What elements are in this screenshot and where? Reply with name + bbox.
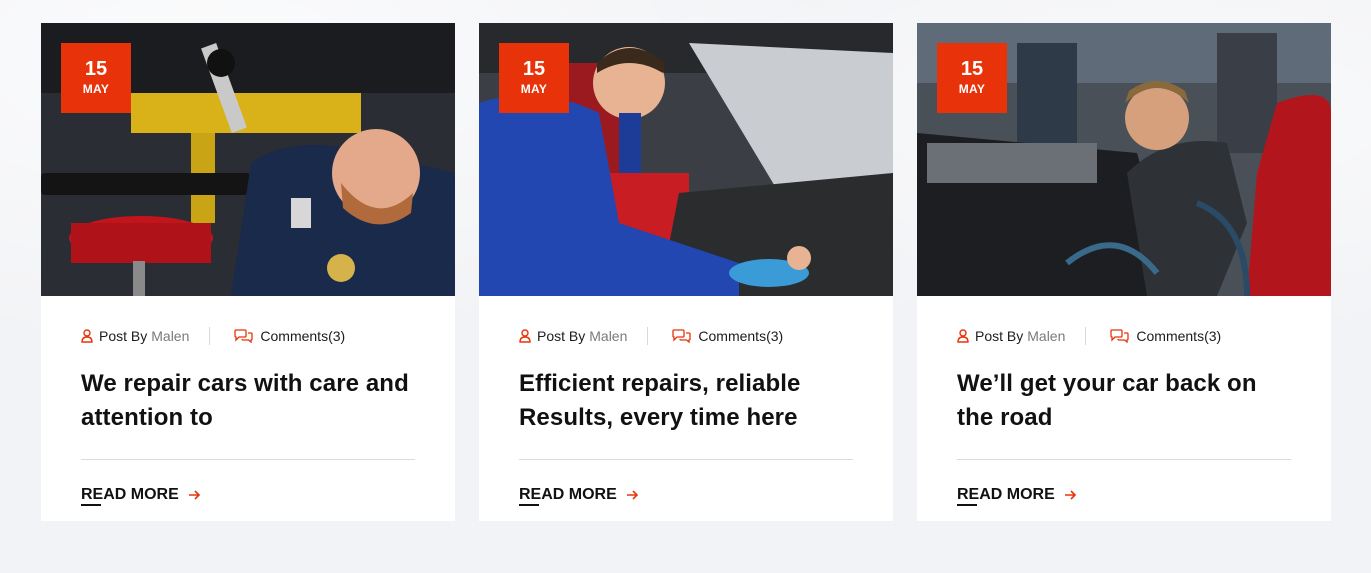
author-label: Post By bbox=[537, 328, 586, 344]
date-badge: 15 MAY bbox=[937, 43, 1007, 113]
user-icon bbox=[519, 329, 531, 343]
comments-icon bbox=[234, 329, 254, 343]
post-thumbnail[interactable]: 15 MAY bbox=[917, 23, 1331, 296]
post-thumbnail[interactable]: 15 MAY bbox=[479, 23, 893, 296]
blog-card: 15 MAY Post By Malen bbox=[41, 23, 455, 521]
date-month: MAY bbox=[958, 82, 986, 96]
post-author[interactable]: Post By Malen bbox=[957, 328, 1065, 344]
post-author[interactable]: Post By Malen bbox=[519, 328, 627, 344]
date-month: MAY bbox=[520, 82, 548, 96]
arrow-right-icon bbox=[626, 489, 639, 501]
post-title[interactable]: Efficient repairs, reliable Results, eve… bbox=[519, 367, 853, 435]
blog-card: 15 MAY Post By Malen bbox=[479, 23, 893, 521]
read-more-underline bbox=[81, 504, 101, 506]
comments-count: Comments(3) bbox=[1136, 328, 1222, 344]
arrow-right-icon bbox=[1064, 489, 1077, 501]
comments-count: Comments(3) bbox=[260, 328, 346, 344]
read-more-link[interactable]: READ MORE bbox=[957, 486, 1077, 506]
post-title[interactable]: We repair cars with care and attention t… bbox=[81, 367, 415, 435]
author-name[interactable]: Malen bbox=[151, 328, 189, 344]
card-body: Post By Malen Comments(3) We’ll get your… bbox=[917, 296, 1331, 506]
date-badge: 15 MAY bbox=[61, 43, 131, 113]
date-day: 15 bbox=[960, 58, 984, 80]
post-comments[interactable]: Comments(3) bbox=[234, 328, 345, 344]
date-month: MAY bbox=[82, 82, 110, 96]
author-label: Post By bbox=[975, 328, 1024, 344]
author-name[interactable]: Malen bbox=[1027, 328, 1065, 344]
read-more-label: READ MORE bbox=[957, 486, 1055, 503]
read-more-link[interactable]: READ MORE bbox=[81, 486, 201, 506]
blog-card: 15 MAY Post By Malen bbox=[917, 23, 1331, 521]
date-day: 15 bbox=[84, 58, 108, 80]
divider bbox=[957, 459, 1291, 460]
author-label: Post By bbox=[99, 328, 148, 344]
read-more-label: READ MORE bbox=[519, 486, 617, 503]
user-icon bbox=[81, 329, 93, 343]
meta-divider bbox=[1085, 327, 1087, 345]
blog-card-list: 15 MAY Post By Malen Comments(3) We repa… bbox=[41, 23, 1331, 521]
post-meta: Post By Malen Comments(3) bbox=[519, 327, 853, 345]
arrow-right-icon bbox=[188, 489, 201, 501]
meta-divider bbox=[209, 327, 211, 345]
divider bbox=[519, 459, 853, 460]
date-badge: 15 MAY bbox=[499, 43, 569, 113]
post-title[interactable]: We’ll get your car back on the road bbox=[957, 367, 1291, 435]
post-comments[interactable]: Comments(3) bbox=[672, 328, 783, 344]
comments-icon bbox=[672, 329, 692, 343]
author-name[interactable]: Malen bbox=[589, 328, 627, 344]
user-icon bbox=[957, 329, 969, 343]
read-more-label: READ MORE bbox=[81, 486, 179, 503]
post-meta: Post By Malen Comments(3) bbox=[957, 327, 1291, 345]
post-meta: Post By Malen Comments(3) bbox=[81, 327, 415, 345]
comments-count: Comments(3) bbox=[698, 328, 784, 344]
read-more-underline bbox=[957, 504, 977, 506]
blog-section: 15 MAY Post By Malen Comments(3) We repa… bbox=[0, 0, 1371, 573]
comments-icon bbox=[1110, 329, 1130, 343]
post-thumbnail[interactable]: 15 MAY bbox=[41, 23, 455, 296]
meta-divider bbox=[647, 327, 649, 345]
card-body: Post By Malen Comments(3) Efficient repa… bbox=[479, 296, 893, 506]
post-comments[interactable]: Comments(3) bbox=[1110, 328, 1221, 344]
read-more-link[interactable]: READ MORE bbox=[519, 486, 639, 506]
card-body: Post By Malen Comments(3) We repair cars… bbox=[41, 296, 455, 506]
post-author[interactable]: Post By Malen bbox=[81, 328, 189, 344]
divider bbox=[81, 459, 415, 460]
date-day: 15 bbox=[522, 58, 546, 80]
read-more-underline bbox=[519, 504, 539, 506]
